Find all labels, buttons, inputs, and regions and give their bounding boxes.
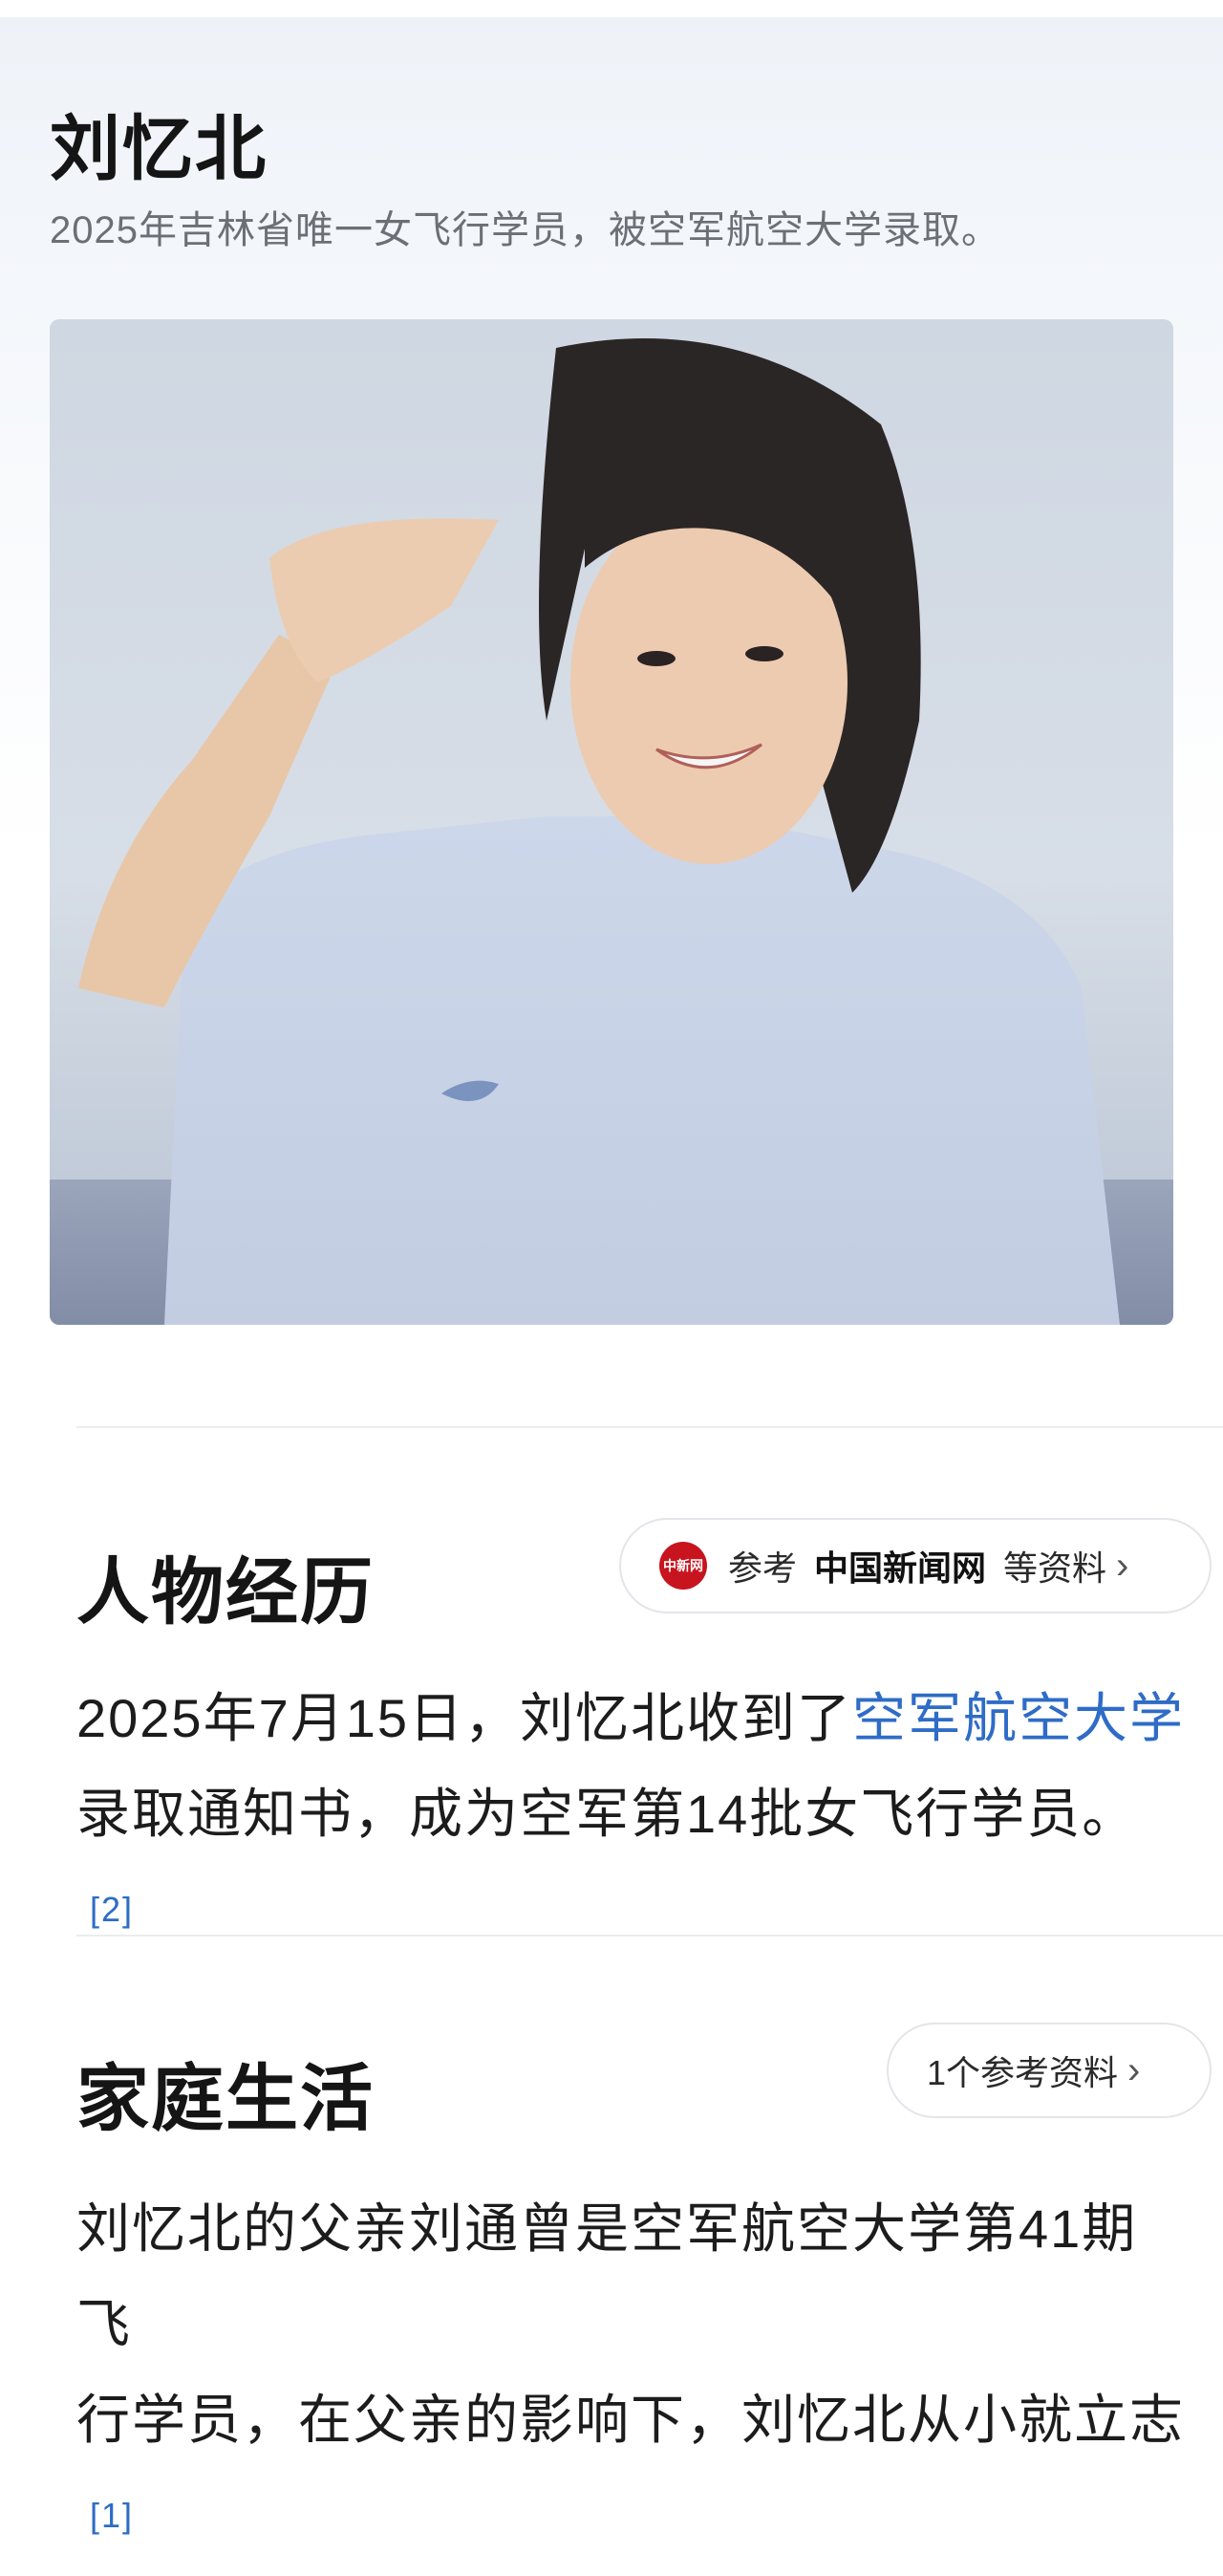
reference-prefix: 参考	[728, 1548, 798, 1588]
chevron-right-icon: ›	[1127, 2048, 1141, 2091]
page-title: 刘忆北	[50, 108, 268, 190]
news-logo-icon: 中新网	[659, 1542, 707, 1590]
experience-text-after: 录取通知书，成为空军第14批女飞行学员。	[76, 1784, 1138, 1844]
experience-text-before: 2025年7月15日，刘忆北收到了	[76, 1688, 853, 1748]
section-title-family: 家庭生活	[76, 2056, 375, 2141]
top-strip	[0, 0, 1223, 17]
experience-paragraph: 2025年7月15日，刘忆北收到了空军航空大学 录取通知书，成为空军第14批女飞…	[76, 1671, 1185, 1970]
family-text-line1: 刘忆北的父亲刘通曾是空军航空大学第41期飞	[76, 2198, 1138, 2354]
divider	[76, 1935, 1223, 1937]
citation-link[interactable]: [2]	[90, 1890, 134, 1929]
section-title-experience: 人物经历	[76, 1549, 375, 1634]
reference-link-family[interactable]: 1个参考资料 ›	[887, 2023, 1212, 2118]
portrait-illustration	[50, 338, 1173, 1325]
reference-source: 中国新闻网	[814, 1548, 987, 1588]
reference-count-label: 1个参考资料	[927, 2053, 1119, 2092]
page-subtitle: 2025年吉林省唯一女飞行学员，被空军航空大学录取。	[50, 209, 1000, 251]
chevron-right-icon: ›	[1116, 1544, 1129, 1587]
reference-link-experience[interactable]: 中新网 参考 中国新闻网 等资料 ›	[619, 1518, 1212, 1613]
family-paragraph: 刘忆北的父亲刘通曾是空军航空大学第41期飞 行学员，在父亲的影响下，刘忆北从小就…	[76, 2181, 1185, 2576]
university-link[interactable]: 空军航空大学	[852, 1688, 1185, 1748]
divider	[76, 1426, 1223, 1428]
family-text-line2: 行学员，在父亲的影响下，刘忆北从小就立志	[76, 2390, 1185, 2450]
reference-suffix: 等资料	[1003, 1548, 1107, 1588]
person-photo[interactable]	[50, 319, 1173, 1325]
citation-link[interactable]: [1]	[90, 2496, 134, 2535]
